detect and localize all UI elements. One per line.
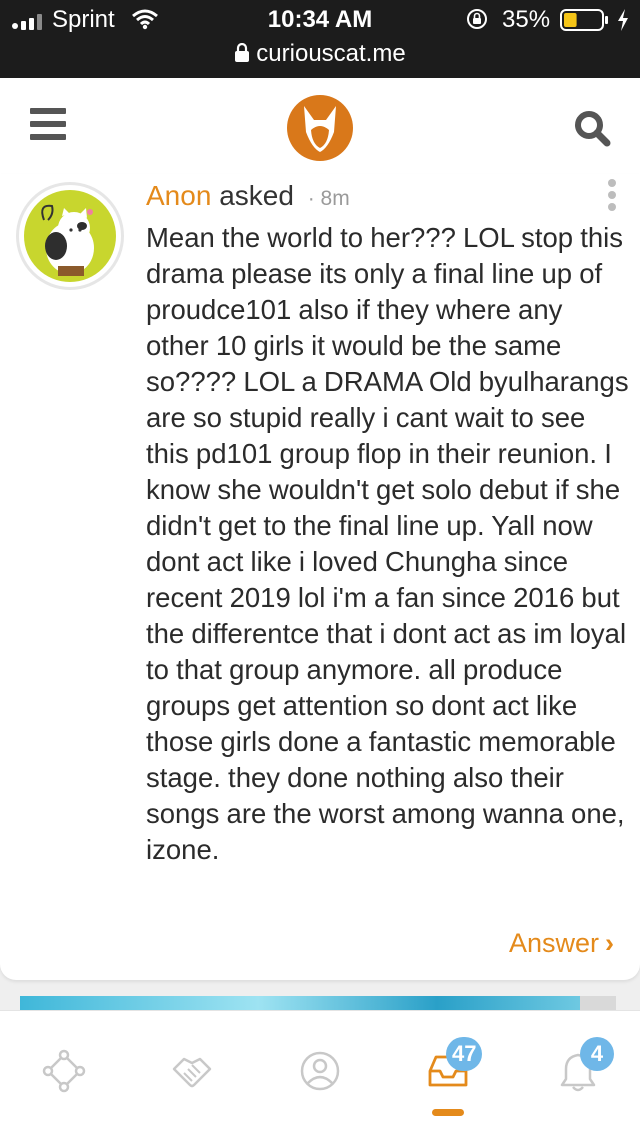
handshake-icon[interactable] — [170, 1049, 214, 1093]
status-bar: Sprint 10:34 AM 35% curiouscat.me — [0, 0, 640, 78]
asker-line: Anon asked · 8m — [146, 180, 350, 212]
menu-icon[interactable] — [30, 108, 66, 144]
time-ago: 8m — [320, 187, 350, 210]
asker-name[interactable]: Anon — [146, 180, 211, 211]
asked-label: asked — [219, 180, 294, 211]
avatar[interactable] — [16, 182, 124, 290]
app-header — [0, 78, 640, 175]
curiouscat-logo[interactable] — [284, 90, 356, 162]
separator-dot: · — [307, 187, 315, 210]
answer-label: Answer — [508, 928, 599, 958]
profile-icon[interactable] — [298, 1049, 342, 1093]
search-icon[interactable] — [572, 108, 612, 148]
question-text: Mean the world to her??? LOL stop this d… — [146, 222, 629, 865]
active-tab-indicator — [432, 1109, 464, 1116]
chevron-right-icon: › — [605, 928, 614, 958]
rotation-lock-icon — [467, 9, 487, 29]
discover-icon[interactable] — [42, 1049, 86, 1093]
url-bar[interactable]: curiouscat.me — [0, 40, 640, 68]
charging-bolt-icon — [618, 9, 628, 31]
next-post-preview — [20, 996, 616, 1010]
question-card: Anon asked · 8m Mean the world to her???… — [0, 174, 640, 980]
bottom-nav: 47 4 — [0, 1010, 640, 1137]
more-options-icon[interactable] — [604, 178, 620, 214]
inbox-badge: 47 — [446, 1037, 483, 1071]
url-text: curiouscat.me — [256, 40, 406, 67]
answer-button[interactable]: Answer › — [509, 928, 614, 959]
cat-avatar-icon — [24, 190, 116, 282]
notifications-badge: 4 — [580, 1037, 614, 1071]
battery-percent: 35% — [502, 6, 551, 33]
next-post-preview-edge — [580, 996, 616, 1010]
battery-icon — [560, 9, 608, 31]
lock-icon — [235, 42, 250, 62]
